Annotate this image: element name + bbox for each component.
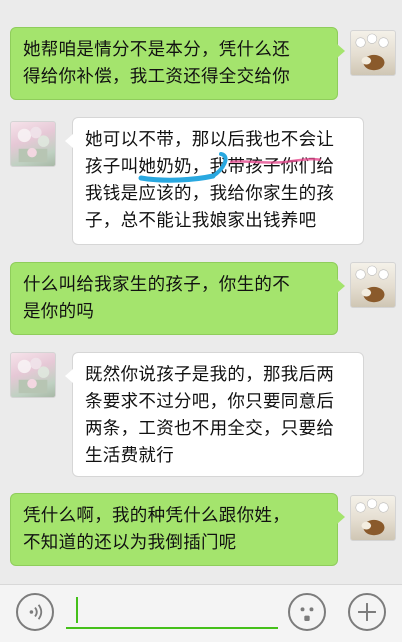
more-button[interactable] bbox=[348, 593, 386, 631]
avatar-self[interactable] bbox=[350, 495, 396, 541]
voice-button[interactable] bbox=[16, 593, 54, 631]
message-input[interactable] bbox=[66, 593, 278, 629]
avatar-contact[interactable] bbox=[10, 352, 56, 398]
emoji-icon bbox=[300, 607, 314, 621]
avatar-self[interactable] bbox=[350, 262, 396, 308]
chat-area: 她帮咱是情分不是本分，凭什么还 得给你补偿，我工资还得全交给你 她可以不带，那以… bbox=[0, 0, 402, 584]
input-bar bbox=[0, 584, 402, 642]
message-bubble[interactable]: 既然你说孩子是我的，那我后两 条要求不过分吧，你只要同意后 两条，工资也不用全交… bbox=[65, 352, 364, 477]
plus-icon bbox=[358, 603, 376, 621]
text-caret bbox=[76, 597, 78, 623]
message-bubble[interactable]: 凭什么啊，我的种凭什么跟你姓， 不知道的还以为我倒插门呢 bbox=[10, 493, 345, 566]
message-bubble[interactable]: 什么叫给我家生的孩子，你生的不 是你的吗 bbox=[10, 262, 345, 335]
message-bubble[interactable]: 她可以不带，那以后我也不会让 孩子叫她奶奶，我带孩子你们给 我钱是应该的，我给你… bbox=[65, 117, 364, 245]
emoji-button[interactable] bbox=[288, 593, 326, 631]
avatar-contact[interactable] bbox=[10, 121, 56, 167]
avatar-self[interactable] bbox=[350, 30, 396, 76]
message-bubble[interactable]: 她帮咱是情分不是本分，凭什么还 得给你补偿，我工资还得全交给你 bbox=[10, 27, 345, 100]
voice-icon bbox=[29, 604, 43, 620]
